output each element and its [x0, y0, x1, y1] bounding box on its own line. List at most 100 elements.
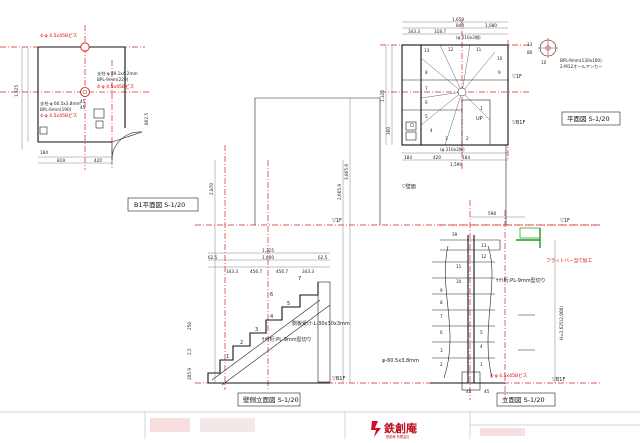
plan-dim-343: 343.3 [408, 29, 420, 34]
plan-step-10: 10 [497, 56, 503, 61]
plan-bpl-note: BPL-9mm(130x100) [560, 58, 602, 63]
front-red-note: フラットバー当て加工 [546, 257, 592, 264]
b1-anchor-note-mid: 4-φ 4.5x45Bビス [97, 83, 135, 90]
side-step-2: 2 [240, 340, 243, 346]
front-anchor-note: 4-φ 4.5x45Bビス [490, 372, 528, 379]
b1-dim-819: 819 [57, 158, 65, 163]
top-plan-title: 平面図 S-1/20 [567, 115, 610, 123]
front-step-3: 3 [440, 348, 443, 353]
plan-dim-b184b: 184 [462, 155, 470, 160]
side-angle-note: 側板受け:L-30x30x3mm [292, 320, 350, 327]
plan-step-7: 7 [425, 86, 428, 91]
front-step-8: 8 [440, 300, 443, 305]
side-step-4: 4 [270, 314, 273, 320]
plan-step-9: 9 [498, 70, 501, 75]
plan-step-6: 6 [425, 100, 428, 105]
side-dim-456a: 456.7 [250, 269, 262, 274]
front-elevation-view: ▽壁面 フラットバー当て加工 13 12 11 10 9 8 7 6 5 4 3 [382, 145, 600, 407]
plan-dim-b1590: 1,590 [450, 162, 462, 167]
side-elevation-title: 壁側立面図 S-1/20 [243, 395, 299, 404]
b1-anchor-note-low: 4-φ 4.5x45Bビス [40, 112, 78, 119]
side-dim-1325: 1,325 [262, 248, 274, 253]
plan-dim-b184a: 184 [404, 155, 412, 160]
cad-drawing: 4-φ 4.5x45Bビス 支柱-φ 89.1x4.2mm BPL-9mm(22… [0, 17, 640, 439]
side-height-250: 250 [187, 322, 192, 330]
front-step-13: 13 [481, 243, 487, 248]
front-dim-598: 598 [488, 211, 496, 216]
plan-dim-1659: 1,659 [452, 17, 464, 22]
b1-plan-view: 4-φ 4.5x45Bビス 支柱-φ 89.1x4.2mm BPL-9mm(22… [0, 25, 199, 212]
plan-dim-1080: 1,080 [485, 23, 497, 28]
b1-dim-862: 862.5 [144, 113, 149, 125]
b1-plan-title: B1平面図 S-1/20 [134, 201, 185, 209]
front-step-12: 12 [481, 254, 487, 259]
front-step-9: 9 [440, 288, 443, 293]
side-step-7: 7 [298, 276, 301, 282]
plan-step-4: 4 [430, 128, 433, 133]
b1-dim-420: 420 [94, 158, 102, 163]
plan-step-13: 13 [424, 48, 430, 53]
front-step-2: 2 [440, 362, 443, 367]
side-level-b1f: ▽B1F [332, 376, 345, 382]
plan-level-1f: ▽1F [512, 74, 522, 80]
side-height-25: 2,5 [187, 348, 192, 355]
side-step-6: 6 [270, 292, 273, 298]
side-dim-343a: 343.3 [226, 269, 238, 274]
side-level-1f: ▽1F [332, 218, 342, 224]
front-level-1f: ▽1F [560, 218, 570, 224]
side-height-205: 205.9 [187, 368, 192, 380]
plan-step-11: 11 [476, 47, 482, 52]
b1-dim-1325: 1,325 [14, 85, 19, 97]
front-stringer-note: ｻｻﾗ桁:PL-9mm型切り [496, 277, 546, 284]
plan-dim-b420: 420 [433, 155, 441, 160]
front-step-1: 1 [480, 362, 483, 367]
side-dim-62b: 62.5 [318, 255, 328, 260]
side-dim-62a: 62.5 [208, 255, 218, 260]
side-stringer-note: ｻｻﾗ桁:PL-9mm型切り [262, 336, 312, 343]
front-dim-45a: 45 [466, 389, 472, 394]
front-elevation-title: 立面図 S-1/20 [502, 395, 545, 404]
b1-post-spec: 支柱-φ 60.5x3.8mm [40, 100, 81, 107]
side-dim-343b: 343.3 [302, 269, 314, 274]
plan-dim-360: 360 [386, 127, 391, 135]
plan-dim-318: 318.7 [434, 29, 446, 34]
side-dim-2870: 2,870 [209, 183, 214, 195]
plan-dim-1325: 1,325 [380, 90, 385, 102]
drawing-sheet: 4-φ 4.5x45Bビス 支柱-φ 89.1x4.2mm BPL-9mm(22… [0, 0, 640, 439]
plan-step-8: 8 [425, 70, 428, 75]
front-height-total: H=2,625(2,900) [559, 306, 564, 340]
side-dim-3865: 3,865.9 [344, 164, 349, 180]
b1-pillar-spec: 支柱-φ 89.1x4.2mm [97, 70, 138, 77]
front-step-10: 10 [456, 279, 462, 284]
plan-dim-840: 840 [456, 23, 464, 28]
b1-dim-45a: 45 [80, 99, 86, 104]
side-dim-1600: 1,600 [262, 255, 274, 260]
plan-step-12: 12 [448, 47, 454, 52]
front-step-4: 4 [480, 344, 483, 349]
company-subtitle: 鉄創庵 有限会社 [386, 434, 410, 439]
front-post-note: φ-60.5x3.8mm [382, 358, 419, 364]
b1-bpl-spec-2: BPL-6mm(190) [40, 107, 72, 112]
top-plan-view: 1,659 840 1,080 343.3 318.7 (φ 210x2側) (… [380, 17, 621, 170]
plan-step-5: 5 [425, 114, 428, 119]
side-dim-2665: 2,665.9 [337, 184, 342, 200]
plan-step-1: 1 [480, 106, 483, 111]
front-dim-39: 39 [452, 232, 458, 237]
plan-dim-top-center: (φ 210x2側) [456, 34, 481, 40]
b1-dim-45b: 45 [80, 105, 86, 110]
company-name: 鉄創庵 [384, 421, 418, 435]
company-logo-icon [371, 421, 381, 437]
b1-anchor-note-top: 4-φ 4.5x45Bビス [40, 32, 78, 39]
front-wall-label: ▽壁面 [402, 183, 416, 190]
plan-step-3: 3 [445, 136, 448, 141]
side-dim-456b: 456.7 [276, 269, 288, 274]
plan-up-label: UP [476, 116, 483, 122]
side-step-3: 3 [255, 327, 258, 333]
plan-dim-bottom-center: (φ 210x2側) [440, 146, 465, 152]
plan-detail-10: 10 [541, 60, 547, 65]
side-step-5: 5 [287, 301, 290, 307]
plan-level-b1f: ▽B1F [512, 120, 525, 126]
plan-anchor-note: 2-M12オールアンカー [560, 64, 602, 70]
plan-detail-80: 80 [527, 50, 533, 55]
front-step-5: 5 [480, 330, 483, 335]
